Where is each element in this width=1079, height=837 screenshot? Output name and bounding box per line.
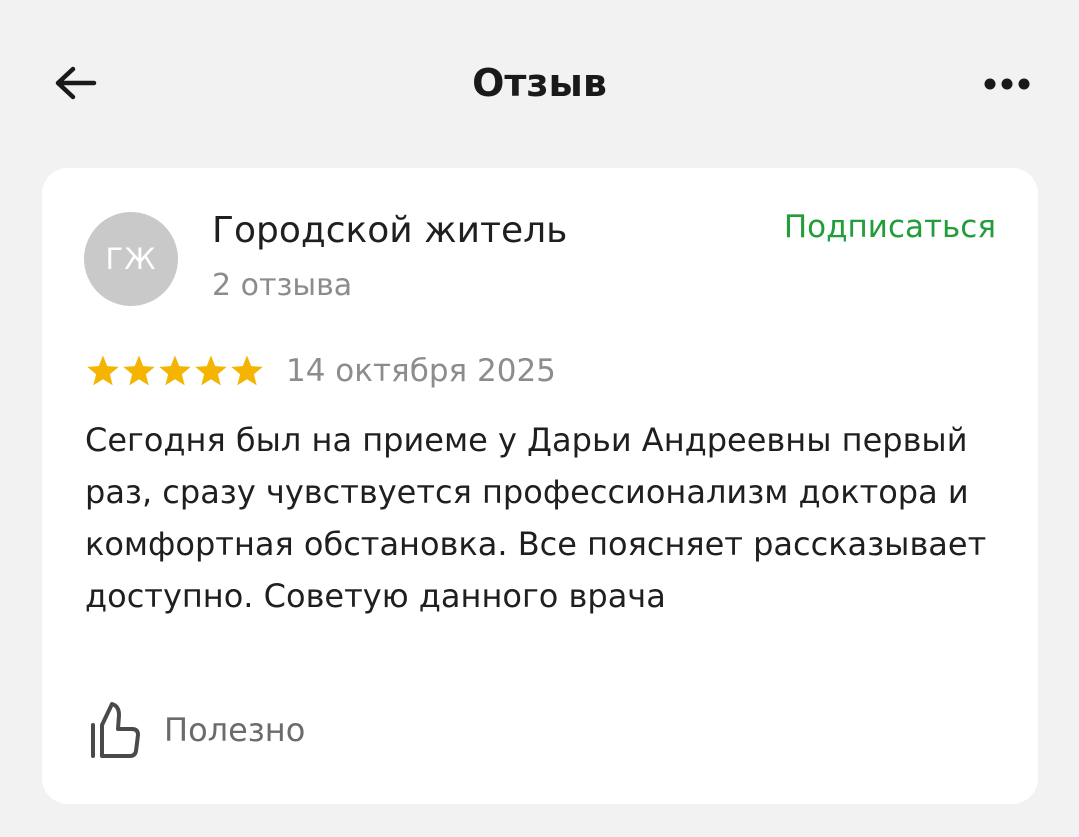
more-dots-icon xyxy=(984,78,1030,90)
review-date: 14 октября 2025 xyxy=(286,353,556,389)
star-icon xyxy=(195,355,227,386)
star-icon xyxy=(87,355,119,386)
more-options-button[interactable] xyxy=(980,62,1034,106)
page-title: Отзыв xyxy=(472,61,607,105)
star-rating xyxy=(86,354,264,388)
author-review-count: 2 отзыва xyxy=(212,268,353,303)
avatar[interactable]: ГЖ xyxy=(84,212,178,306)
top-bar: Отзыв xyxy=(0,0,1079,160)
star-icon xyxy=(123,355,155,386)
review-card: ГЖ Городской житель 2 отзыва Подписаться… xyxy=(42,168,1038,804)
thumbs-up-icon xyxy=(91,702,140,758)
useful-label: Полезно xyxy=(164,711,306,749)
subscribe-button[interactable]: Подписаться xyxy=(784,206,996,248)
star-icon xyxy=(159,355,191,386)
star-icon xyxy=(231,355,263,386)
author-name[interactable]: Городской житель xyxy=(212,208,567,254)
rating-row: 14 октября 2025 xyxy=(86,350,556,392)
review-text: Сегодня был на приеме у Дарьи Андреевны … xyxy=(85,421,987,615)
useful-button[interactable]: Полезно xyxy=(88,698,305,762)
